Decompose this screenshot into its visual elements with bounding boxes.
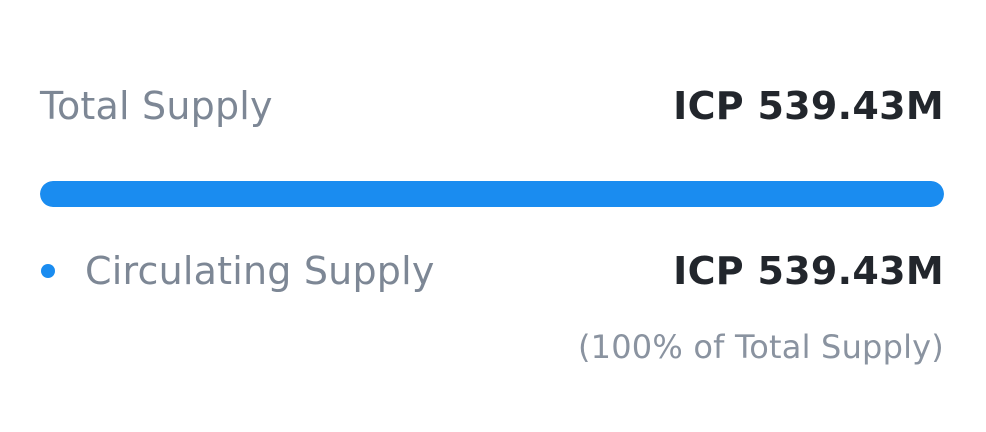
circulating-share-note: (100% of Total Supply) — [578, 328, 944, 366]
legend-dot-icon — [41, 264, 55, 278]
circulating-supply-label: Circulating Supply — [85, 249, 435, 293]
total-supply-label: Total Supply — [40, 84, 273, 128]
total-supply-row: Total Supply ICP 539.43M — [40, 80, 944, 132]
circulating-supply-row: Circulating Supply ICP 539.43M — [40, 245, 944, 297]
circulating-supply-fill — [40, 181, 944, 207]
circulating-supply-legend: Circulating Supply — [40, 249, 435, 293]
supply-panel: Total Supply ICP 539.43M Circulating Sup… — [0, 0, 986, 432]
supply-progress-bar — [40, 181, 944, 207]
total-supply-value: ICP 539.43M — [673, 84, 944, 128]
circulating-supply-value: ICP 539.43M — [673, 249, 944, 293]
